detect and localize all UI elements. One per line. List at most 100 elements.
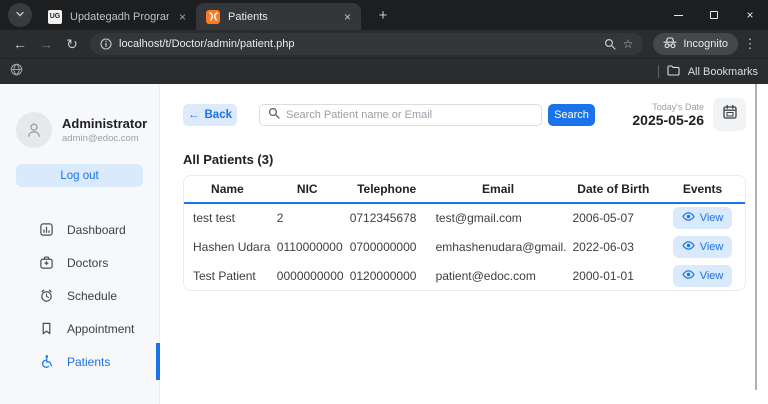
wheelchair-icon <box>39 354 54 369</box>
cell-name: Test Patient <box>184 261 271 290</box>
tab-close-icon[interactable]: × <box>342 10 353 24</box>
new-tab-button[interactable]: + <box>371 3 395 27</box>
view-label: View <box>700 241 724 253</box>
view-button[interactable]: View <box>673 236 733 258</box>
bookmark-icon <box>39 321 54 336</box>
medical-bag-icon <box>39 255 54 270</box>
col-header-dob: Date of Birth <box>567 176 661 203</box>
cell-email: patient@edoc.com <box>430 261 567 290</box>
cell-telephone: 0120000000 <box>344 261 430 290</box>
restore-icon <box>710 11 718 19</box>
url-text[interactable]: localhost/t/Doctor/admin/patient.php <box>119 38 597 50</box>
tab-strip: UG Updategadh Programming - Upda × Patie… <box>0 0 768 30</box>
incognito-icon <box>663 37 677 52</box>
cell-nic: 0110000000 <box>271 232 344 261</box>
sidebar-item-schedule[interactable]: Schedule <box>0 279 159 312</box>
updategadh-favicon-icon: UG <box>48 10 62 24</box>
view-button[interactable]: View <box>673 265 733 287</box>
patients-table: Name NIC Telephone Email Date of Birth E… <box>183 175 746 291</box>
browser-menu-button[interactable]: ⋮ <box>740 36 760 52</box>
view-label: View <box>700 212 724 224</box>
cell-email: emhashenudara@gmail. <box>430 232 567 261</box>
close-window-button[interactable]: × <box>732 0 768 30</box>
content-header: ← Back Search Today's Date 2025-05-26 <box>183 98 746 131</box>
profile-block: Administrator admin@edoc.com <box>0 84 159 148</box>
active-indicator <box>156 343 160 380</box>
page-title: All Patients (3) <box>183 152 746 167</box>
reload-button[interactable]: ↻ <box>60 32 84 56</box>
col-header-telephone: Telephone <box>344 176 430 203</box>
search-input[interactable] <box>286 109 533 121</box>
cell-name: Hashen Udara <box>184 232 271 261</box>
logout-button[interactable]: Log out <box>16 164 143 187</box>
table-header-row: Name NIC Telephone Email Date of Birth E… <box>184 176 745 203</box>
sidebar-item-label: Dashboard <box>67 223 126 237</box>
tab-updategadh[interactable]: UG Updategadh Programming - Upda × <box>38 3 196 30</box>
back-arrow-icon: ← <box>188 109 200 121</box>
incognito-badge: Incognito <box>653 33 738 55</box>
address-bar[interactable]: localhost/t/Doctor/admin/patient.php ☆ <box>90 33 643 55</box>
back-button[interactable]: ← Back <box>183 104 237 126</box>
sidebar-item-doctors[interactable]: Doctors <box>0 246 159 279</box>
today-date-value: 2025-05-26 <box>632 112 704 128</box>
incognito-label: Incognito <box>683 38 728 50</box>
page-content: Administrator admin@edoc.com Log out Das… <box>0 84 768 404</box>
sidebar-item-label: Schedule <box>67 289 117 303</box>
back-label: Back <box>205 109 233 121</box>
globe-bookmark-icon[interactable] <box>10 63 23 81</box>
sidebar-item-label: Patients <box>67 355 110 369</box>
cell-email: test@gmail.com <box>430 203 567 232</box>
cell-name: test test <box>184 203 271 232</box>
cell-dob: 2022-06-03 <box>567 232 661 261</box>
bookmarks-divider <box>658 65 659 78</box>
all-bookmarks-button[interactable]: All Bookmarks <box>658 63 758 81</box>
cell-telephone: 0700000000 <box>344 232 430 261</box>
bookmark-star-icon[interactable]: ☆ <box>623 37 634 51</box>
restore-button[interactable] <box>696 0 732 30</box>
view-button[interactable]: View <box>673 207 733 229</box>
browser-toolbar: ← → ↻ localhost/t/Doctor/admin/patient.p… <box>0 30 768 58</box>
patient-search-box[interactable] <box>259 104 542 126</box>
tab-close-icon[interactable]: × <box>177 10 188 24</box>
minimize-button[interactable] <box>660 0 696 30</box>
xampp-favicon-icon <box>206 10 220 24</box>
main-content: ← Back Search Today's Date 2025-05-26 <box>161 84 768 404</box>
table-row: Test Patient 0000000000 0120000000 patie… <box>184 261 745 290</box>
cell-dob: 2006-05-07 <box>567 203 661 232</box>
sidebar-item-patients[interactable]: Patients <box>0 345 159 378</box>
cell-nic: 2 <box>271 203 344 232</box>
site-info-icon[interactable] <box>100 38 112 50</box>
cell-telephone: 0712345678 <box>344 203 430 232</box>
sidebar-item-label: Appointment <box>67 322 134 336</box>
search-button[interactable]: Search <box>548 104 595 126</box>
col-header-email: Email <box>430 176 567 203</box>
dashboard-icon <box>39 222 54 237</box>
browser-window: UG Updategadh Programming - Upda × Patie… <box>0 0 768 404</box>
sidebar-item-dashboard[interactable]: Dashboard <box>0 213 159 246</box>
today-date-label: Today's Date <box>632 102 704 112</box>
tab-search-button[interactable] <box>8 3 32 27</box>
table-row: Hashen Udara 0110000000 0700000000 emhas… <box>184 232 745 261</box>
tab-title: Updategadh Programming - Upda <box>70 11 169 23</box>
col-header-events: Events <box>660 176 745 203</box>
sidebar-item-appointment[interactable]: Appointment <box>0 312 159 345</box>
eye-icon <box>682 240 695 254</box>
back-nav-button[interactable]: ← <box>8 32 32 56</box>
forward-nav-button[interactable]: → <box>34 32 58 56</box>
search-icon <box>268 106 280 124</box>
calendar-button[interactable] <box>713 98 746 131</box>
tab-title: Patients <box>228 11 334 23</box>
bookmarks-bar: All Bookmarks <box>0 58 768 84</box>
col-header-name: Name <box>184 176 271 203</box>
search-in-page-icon[interactable] <box>604 38 616 50</box>
profile-email: admin@edoc.com <box>62 133 147 144</box>
all-bookmarks-label: All Bookmarks <box>688 66 758 78</box>
cell-dob: 2000-01-01 <box>567 261 661 290</box>
alarm-clock-icon <box>39 288 54 303</box>
page-scrollbar[interactable] <box>755 84 757 390</box>
calendar-icon <box>722 104 738 125</box>
tab-patients[interactable]: Patients × <box>196 3 361 30</box>
folder-icon <box>667 63 680 81</box>
eye-icon <box>682 211 695 225</box>
sidebar: Administrator admin@edoc.com Log out Das… <box>0 84 160 404</box>
